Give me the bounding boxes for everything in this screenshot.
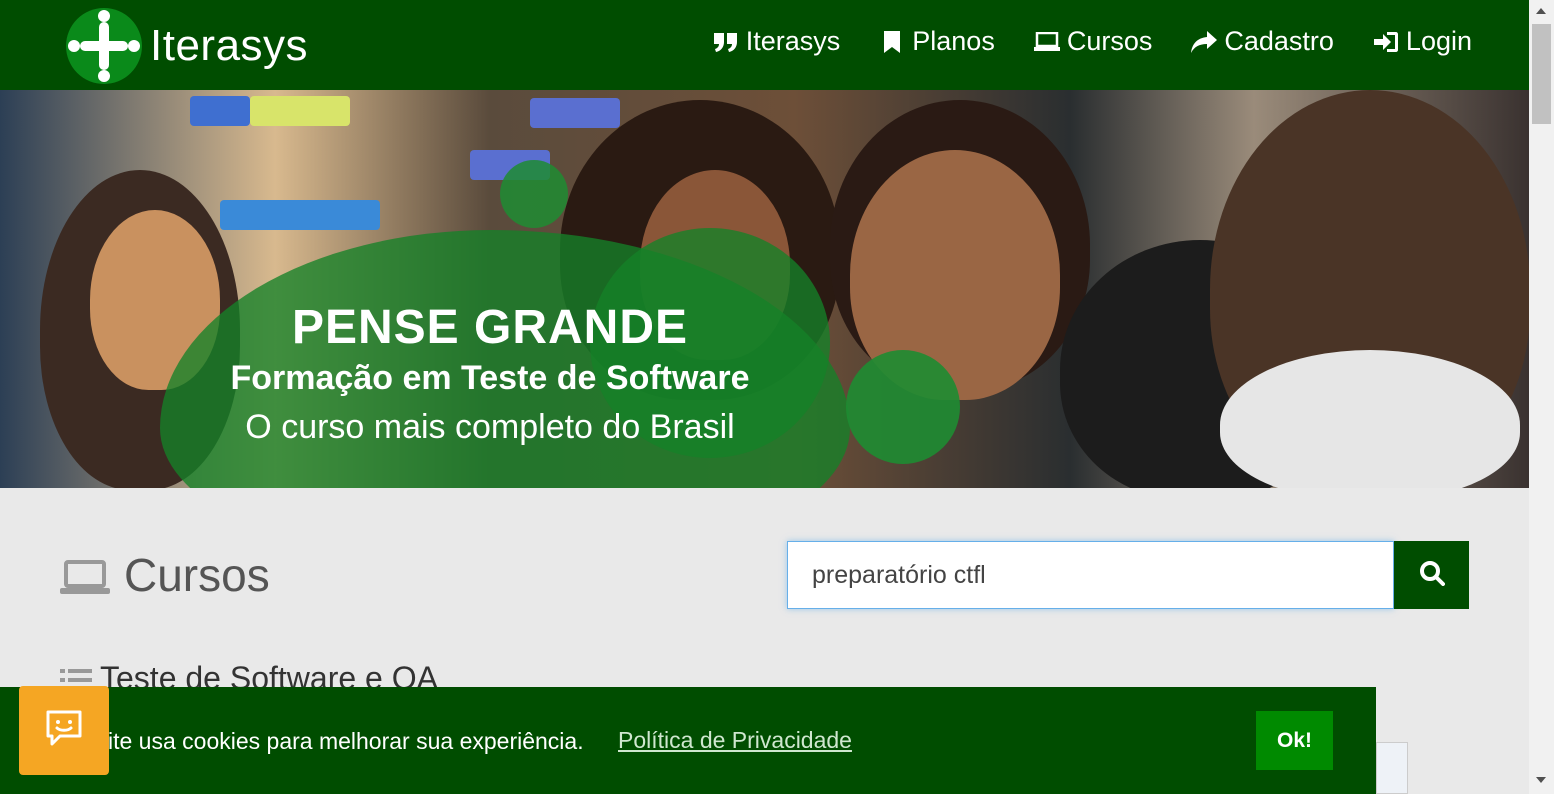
cookie-ok-button[interactable]: Ok!: [1256, 711, 1333, 770]
navbar: Iterasys Iterasys Planos Cursos Cadastro: [0, 0, 1529, 90]
page-title-text: Cursos: [124, 549, 270, 601]
hero-banner: PENSE GRANDE Formação em Teste de Softwa…: [0, 90, 1529, 488]
nav-item-cadastro[interactable]: Cadastro: [1190, 26, 1334, 57]
decor-circle: [846, 350, 960, 464]
scroll-up-icon[interactable]: [1536, 8, 1546, 14]
hero-text: PENSE GRANDE Formação em Teste de Softwa…: [150, 300, 830, 447]
logo-mark-icon: [66, 8, 142, 84]
course-thumbnail[interactable]: [1376, 742, 1408, 794]
cookie-banner: ite usa cookies para melhorar sua experi…: [0, 687, 1376, 794]
cookie-message: ite usa cookies para melhorar sua experi…: [108, 728, 584, 754]
chat-icon: [44, 708, 84, 753]
search-button[interactable]: [1394, 541, 1469, 609]
scroll-down-icon[interactable]: [1536, 777, 1546, 783]
search-icon: [1419, 560, 1445, 591]
logo-text: Iterasys: [150, 21, 309, 70]
hero-subtitle: Formação em Teste de Software: [230, 359, 750, 397]
hero-title: PENSE GRANDE: [291, 301, 689, 354]
logo[interactable]: Iterasys: [66, 8, 308, 84]
nav-label: Cursos: [1066, 26, 1153, 56]
laptop-icon: [58, 555, 112, 595]
nav-label: Iterasys: [745, 26, 841, 56]
privacy-policy-link[interactable]: Política de Privacidade: [618, 727, 852, 754]
search-input[interactable]: [787, 541, 1394, 609]
page-title: Cursos: [58, 548, 270, 602]
laptop-icon: [1033, 30, 1061, 54]
decor-circle: [500, 160, 568, 228]
scrollbar[interactable]: [1529, 0, 1554, 794]
share-arrow-icon: [1190, 30, 1218, 54]
quote-icon: [712, 30, 740, 54]
nav-item-planos[interactable]: Planos: [878, 26, 995, 57]
nav-label: Cadastro: [1224, 26, 1334, 56]
bookmark-icon: [878, 30, 906, 54]
nav-label: Login: [1405, 26, 1472, 56]
scroll-thumb[interactable]: [1532, 24, 1551, 124]
sign-in-icon: [1372, 30, 1400, 54]
nav-label: Planos: [912, 26, 995, 56]
chat-button[interactable]: [19, 686, 109, 775]
main-nav: Iterasys Planos Cursos Cadastro Login: [712, 26, 1472, 57]
nav-item-login[interactable]: Login: [1372, 26, 1472, 57]
hero-tagline: O curso mais completo do Brasil: [245, 408, 735, 446]
nav-item-cursos[interactable]: Cursos: [1033, 26, 1153, 57]
nav-item-iterasys[interactable]: Iterasys: [712, 26, 841, 57]
